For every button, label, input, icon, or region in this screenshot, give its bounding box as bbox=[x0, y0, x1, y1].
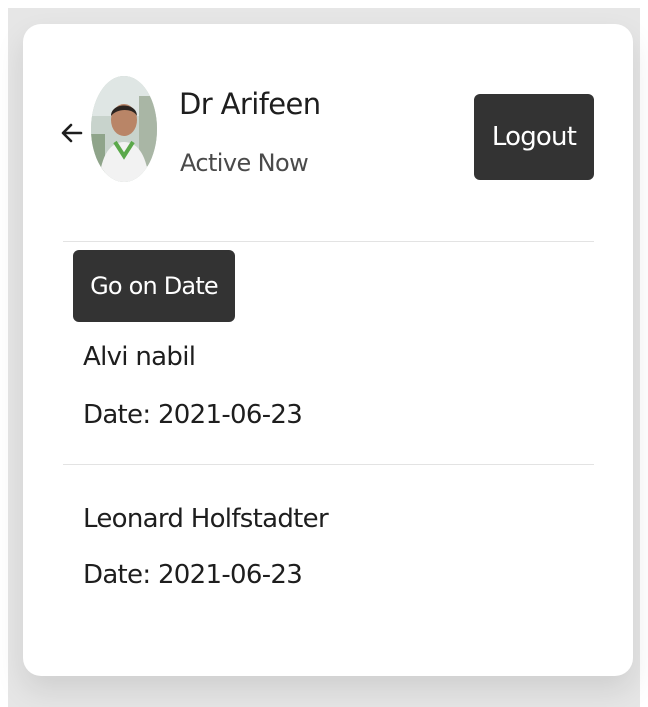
avatar-photo bbox=[91, 76, 157, 182]
header-divider bbox=[63, 241, 594, 242]
entry-date: Date: 2021-06-23 bbox=[83, 400, 303, 430]
chat-card: Dr Arifeen Active Now Logout Go on Date … bbox=[23, 24, 633, 676]
logout-button[interactable]: Logout bbox=[474, 94, 594, 180]
entry-divider bbox=[63, 464, 594, 465]
contact-name: Dr Arifeen bbox=[179, 87, 321, 121]
entry-name: Alvi nabil bbox=[83, 342, 196, 372]
avatar bbox=[91, 76, 157, 182]
entry-name: Leonard Holfstadter bbox=[83, 504, 329, 534]
contact-status: Active Now bbox=[180, 149, 309, 177]
entry-date: Date: 2021-06-23 bbox=[83, 560, 303, 590]
chat-header: Dr Arifeen Active Now Logout bbox=[23, 24, 633, 240]
arrow-left-icon[interactable] bbox=[59, 120, 85, 146]
go-on-date-button[interactable]: Go on Date bbox=[73, 250, 235, 322]
